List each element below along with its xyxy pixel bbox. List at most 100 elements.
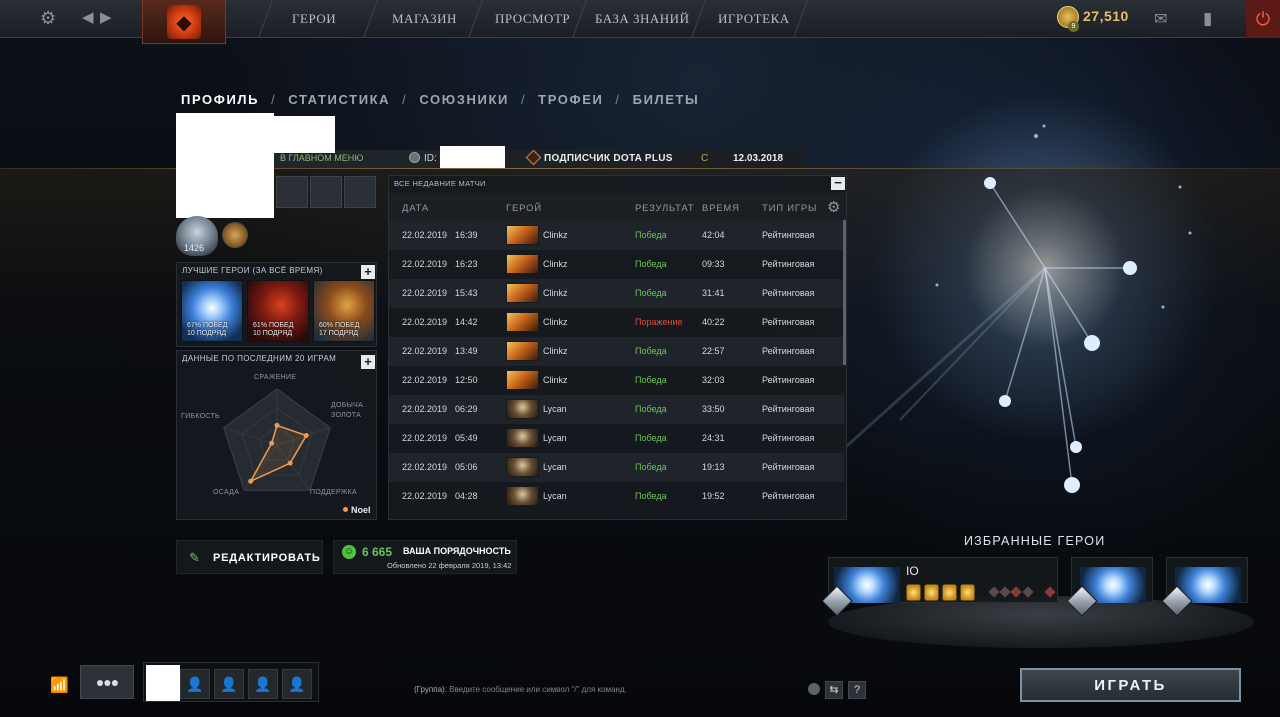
ray (899, 267, 1046, 421)
match-row[interactable]: 22.02.2019 14:42 Clinkz Поражение 40:22 Рейти… (389, 308, 844, 337)
nav-arcade[interactable]: ИГРОТЕКА (718, 0, 790, 38)
chat-input[interactable]: (Группа): Введите сообщение или символ "… (414, 685, 627, 694)
match-date: 22.02.2019 (402, 317, 448, 327)
match-duration: 31:41 (702, 288, 725, 298)
match-result: Победа (635, 259, 667, 269)
match-hero-name: Lycan (543, 433, 567, 443)
col-date[interactable]: ДАТА (402, 203, 429, 214)
match-date: 22.02.2019 (402, 404, 448, 414)
best-hero-card[interactable]: 60% ПОБЕД 17 ПОДРЯД (313, 280, 375, 342)
trophy-slot[interactable] (310, 176, 342, 208)
match-date: 22.02.2019 (402, 375, 448, 385)
connection-icon[interactable]: 📶 (50, 676, 69, 694)
ray-orb (1084, 335, 1100, 351)
gear-icon[interactable]: ⚙ (40, 6, 56, 30)
match-hero-name: Lycan (543, 404, 567, 414)
dota-logo-button[interactable]: ◆ (142, 0, 226, 44)
profile-tabs: ПРОФИЛЬ / СТАТИСТИКА / СОЮЗНИКИ / ТРОФЕИ… (181, 92, 711, 107)
col-result[interactable]: РЕЗУЛЬТАТ (635, 203, 694, 214)
trophy-slot[interactable] (344, 176, 376, 208)
ray-orb (999, 395, 1011, 407)
shards-badge: 9 (1068, 21, 1079, 32)
party-button[interactable]: ●●● (80, 665, 134, 699)
col-mode[interactable]: ТИП ИГРЫ (762, 203, 817, 214)
best-heroes-add-button[interactable]: + (361, 265, 375, 279)
radar-label-push: ОСАДА (213, 489, 240, 496)
match-row[interactable]: 22.02.2019 06:29 Lycan Победа 33:50 Рейтингов… (389, 395, 844, 424)
edit-profile-button[interactable]: ✎ РЕДАКТИРОВАТЬ (176, 540, 323, 574)
avatar-redacted[interactable] (176, 113, 274, 218)
ray (989, 182, 1046, 269)
match-row[interactable]: 22.02.2019 05:06 Lycan Победа 19:13 Рейтингов… (389, 453, 844, 482)
mail-icon[interactable]: ✉ (1154, 8, 1167, 32)
season-medal-icon[interactable] (222, 222, 248, 248)
match-duration: 42:04 (702, 230, 725, 240)
best-hero-streak: 10 ПОДРЯД (253, 330, 293, 337)
conduct-summary[interactable]: ☺ 6 665 ВАША ПОРЯДОЧНОСТЬ Обновлено 22 ф… (333, 540, 517, 574)
nav-learn[interactable]: БАЗА ЗНАНИЙ (595, 0, 689, 38)
col-hero[interactable]: ГЕРОЙ (506, 203, 542, 214)
play-button[interactable]: ИГРАТЬ (1020, 668, 1241, 702)
party-leader-redacted[interactable] (146, 665, 180, 701)
best-hero-card[interactable]: 61% ПОБЕД 10 ПОДРЯД (247, 280, 309, 342)
featured-heroes-title: ИЗБРАННЫЕ ГЕРОИ (964, 534, 1106, 548)
match-result: Поражение (635, 317, 683, 327)
chat-channel: (Группа): (414, 685, 447, 694)
match-hero-portrait (506, 399, 539, 419)
match-row[interactable]: 22.02.2019 16:23 Clinkz Победа 09:33 Рейтинго… (389, 250, 844, 279)
match-duration: 09:33 (702, 259, 725, 269)
arrow-right-icon[interactable]: ▶ (100, 6, 112, 30)
trophy-slots (276, 176, 377, 208)
match-row[interactable]: 22.02.2019 15:43 Clinkz Победа 31:41 Рейтинго… (389, 279, 844, 308)
gear-icon[interactable]: ⚙ (827, 198, 840, 216)
match-row[interactable]: 22.02.2019 12:50 Clinkz Победа 32:03 Рейтинго… (389, 366, 844, 395)
matches-scrollbar[interactable] (843, 220, 846, 365)
match-row[interactable]: 22.02.2019 04:28 Lycan Победа 19:52 Рейтингов… (389, 482, 844, 511)
match-mode: Рейтинговая (762, 462, 815, 472)
tab-trophies[interactable]: ТРОФЕИ (538, 92, 603, 107)
radar-legend-player: Noel (351, 505, 371, 515)
match-hero-portrait (506, 283, 539, 303)
tab-allies[interactable]: СОЮЗНИКИ (419, 92, 509, 107)
tab-tickets[interactable]: БИЛЕТЫ (633, 92, 700, 107)
match-hero-portrait (506, 486, 539, 506)
best-hero-streak: 10 ПОДРЯД (187, 330, 227, 337)
match-row[interactable]: 22.02.2019 16:39 Clinkz Победа 42:04 Рейтинго… (389, 221, 844, 250)
party-slot[interactable]: 👤 (180, 669, 210, 699)
nav-store[interactable]: МАГАЗИН (392, 0, 457, 38)
match-mode: Рейтинговая (762, 433, 815, 443)
party-slot[interactable]: 👤 (282, 669, 312, 699)
match-hero-portrait (506, 457, 539, 477)
voice-icon[interactable] (808, 683, 820, 695)
collapse-matches-button[interactable]: − (831, 176, 845, 190)
performance-radar-chart (223, 388, 331, 491)
match-result: Победа (635, 404, 667, 414)
match-hero-portrait (506, 312, 539, 332)
col-duration[interactable]: ВРЕМЯ (702, 203, 740, 214)
nav-heroes[interactable]: ГЕРОИ (292, 0, 336, 38)
armory-icon[interactable]: ▮ (1203, 7, 1212, 31)
best-hero-card[interactable]: 67% ПОБЕД 10 ПОДРЯД (181, 280, 243, 342)
match-start-time: 14:42 (455, 317, 478, 327)
tab-stats[interactable]: СТАТИСТИКА (288, 92, 390, 107)
party-slot[interactable]: 👤 (214, 669, 244, 699)
pencil-icon: ✎ (189, 550, 200, 565)
conduct-label: ВАША ПОРЯДОЧНОСТЬ (403, 546, 511, 556)
radar-point (287, 460, 293, 466)
help-button[interactable]: ? (848, 681, 866, 699)
tab-profile[interactable]: ПРОФИЛЬ (181, 92, 259, 107)
match-row[interactable]: 22.02.2019 05:49 Lycan Победа 24:31 Рейтингов… (389, 424, 844, 453)
chat-channel-button[interactable]: ⇆ (825, 681, 843, 699)
recent-matches-panel: ВСЕ НЕДАВНИЕ МАТЧИ ДАТА ГЕРОЙ РЕЗУЛЬТАТ … (388, 175, 847, 520)
ray-orb (1070, 441, 1082, 453)
trophy-slot[interactable] (276, 176, 308, 208)
match-result: Победа (635, 288, 667, 298)
match-row[interactable]: 22.02.2019 13:49 Clinkz Победа 22:57 Рейтинго… (389, 337, 844, 366)
arrow-left-icon[interactable]: ◀ (82, 6, 94, 30)
party-slot[interactable]: 👤 (248, 669, 278, 699)
power-button[interactable]: ⏻ (1246, 0, 1280, 38)
match-start-time: 16:23 (455, 259, 478, 269)
nav-watch[interactable]: ПРОСМОТР (495, 0, 570, 38)
smile-icon: ☺ (342, 545, 356, 559)
match-date: 22.02.2019 (402, 433, 448, 443)
